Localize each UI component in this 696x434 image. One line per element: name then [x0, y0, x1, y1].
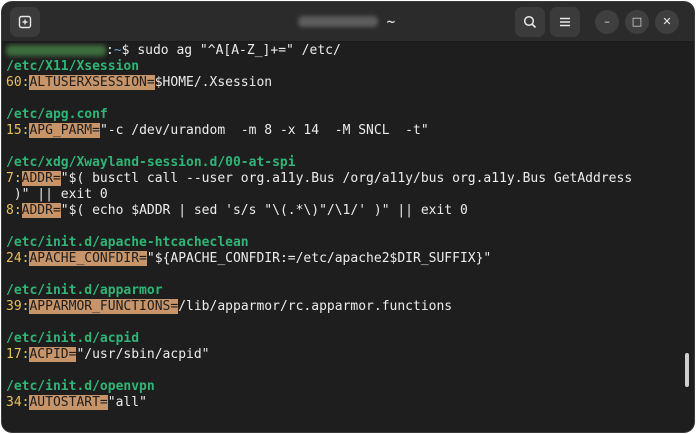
result-file: /etc/init.d/apache-htcacheclean [6, 235, 249, 250]
match-highlight: APACHE_CONFDIR= [29, 251, 147, 266]
line-rest: "$( echo $ADDR | sed 's/s "\(.*\)"/\1/' … [60, 203, 468, 218]
match-highlight: APG_PARM= [29, 123, 100, 138]
result-line: 34:AUTOSTART="all" [6, 395, 147, 410]
terminal-output[interactable]: :~$ sudo ag "^A[A-Z_]+=" /etc/ /etc/X11/… [2, 43, 694, 432]
result-line: 17:ACPID="/usr/sbin/acpid" [6, 347, 210, 362]
line-rest: "/usr/sbin/acpid" [76, 347, 210, 362]
maximize-icon: □ [631, 15, 643, 28]
match-highlight: ALTUSERXSESSION= [29, 75, 155, 90]
result-line: 24:APACHE_CONFDIR="${APACHE_CONFDIR:=/et… [6, 251, 492, 266]
result-file: /etc/X11/Xsession [6, 59, 140, 74]
search-button[interactable] [515, 7, 545, 37]
minimize-button[interactable]: – [595, 10, 619, 34]
match-highlight: ACPID= [29, 347, 77, 362]
line-number: 17 [6, 347, 22, 362]
minimize-icon: – [604, 15, 610, 28]
line-rest: "$( busctl call --user org.a11y.Bus /org… [60, 171, 633, 186]
search-icon [523, 15, 537, 29]
prompt-path: ~ [113, 43, 122, 58]
new-tab-button[interactable] [10, 7, 40, 37]
line-number: 34 [6, 395, 22, 410]
result-file: /etc/init.d/openvpn [6, 379, 155, 394]
terminal-window: ~ – □ ✕ :~$ sudo ag "^A[A-Z_]+=" /etc/ /… [2, 2, 694, 432]
redacted-hostname [298, 16, 379, 27]
result-line-wrap: )" || exit 0 [6, 187, 108, 202]
title-path: ~ [385, 14, 396, 29]
line-rest: "-c /dev/urandom -m 8 -x 14 -M SNCL -t" [99, 123, 429, 138]
line-rest: /lib/apparmor/rc.apparmor.functions [178, 299, 453, 314]
result-file: /etc/xdg/Xwayland-session.d/00-at-spi [6, 155, 296, 170]
match-highlight: APPARMOR_FUNCTIONS= [29, 299, 179, 314]
line-number: 24 [6, 251, 22, 266]
menu-button[interactable] [550, 7, 580, 37]
window-title: ~ [262, 14, 432, 30]
line-number: 60 [6, 75, 22, 90]
close-button[interactable]: ✕ [655, 10, 679, 34]
line-number: 15 [6, 123, 22, 138]
line-rest: "all" [107, 395, 147, 410]
result-file: /etc/init.d/acpid [6, 331, 140, 346]
result-line: 7:ADDR="$( busctl call --user org.a11y.B… [6, 171, 633, 186]
redacted-user-host [6, 45, 106, 56]
prompt-symbol: $ [121, 43, 130, 58]
match-highlight: ADDR= [21, 171, 61, 186]
result-line: 39:APPARMOR_FUNCTIONS=/lib/apparmor/rc.a… [6, 299, 453, 314]
scrollbar-thumb[interactable] [685, 353, 689, 387]
match-highlight: AUTOSTART= [29, 395, 108, 410]
line-number: 39 [6, 299, 22, 314]
result-line: 15:APG_PARM="-c /dev/urandom -m 8 -x 14 … [6, 123, 429, 138]
result-line: 8:ADDR="$( echo $ADDR | sed 's/s "\(.*\)… [6, 203, 468, 218]
command-text: sudo ag "^A[A-Z_]+=" /etc/ [137, 43, 341, 58]
line-number: 7 [6, 171, 14, 186]
line-rest: $HOME/.Xsession [154, 75, 273, 90]
line-rest: "${APACHE_CONFDIR:=/etc/apache2$DIR_SUFF… [146, 251, 492, 266]
result-line: 60:ALTUSERXSESSION=$HOME/.Xsession [6, 75, 273, 90]
close-icon: ✕ [662, 15, 672, 28]
match-highlight: ADDR= [21, 203, 61, 218]
hamburger-menu-icon [560, 17, 570, 27]
result-file: /etc/apg.conf [6, 107, 108, 122]
new-tab-icon [18, 15, 32, 29]
result-file: /etc/init.d/apparmor [6, 283, 163, 298]
line-number: 8 [6, 203, 14, 218]
maximize-button[interactable]: □ [625, 10, 649, 34]
prompt-line: :~$ sudo ag "^A[A-Z_]+=" /etc/ [6, 43, 694, 59]
title-bar: ~ – □ ✕ [2, 2, 694, 42]
